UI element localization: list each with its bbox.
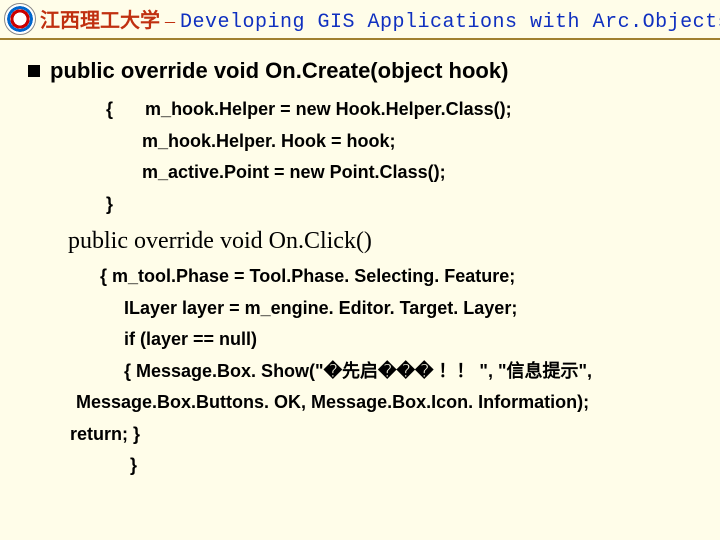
code-line: { m_tool.Phase = Tool.Phase. Selecting. … bbox=[100, 261, 700, 293]
code-line: Message.Box.Buttons. OK, Message.Box.Ico… bbox=[76, 387, 700, 419]
code-line: m_active.Point = new Point.Class(); bbox=[142, 162, 446, 182]
code-line: } bbox=[130, 450, 700, 482]
code-line: { Message.Box. Show("�先启��� ！！ ", "信息提示"… bbox=[124, 356, 700, 388]
code-line: { bbox=[106, 99, 113, 119]
method1-code: { m_hook.Helper = new Hook.Helper.Class(… bbox=[106, 94, 700, 220]
header-dash: – bbox=[160, 10, 180, 32]
square-bullet-icon bbox=[28, 65, 40, 77]
bullet-row: public override void On.Create(object ho… bbox=[28, 58, 700, 84]
header-cn: 江西理工大学 bbox=[40, 10, 160, 32]
header-en: Developing GIS Applications with Arc.Obj… bbox=[180, 11, 720, 34]
university-logo-icon bbox=[4, 3, 36, 35]
code-line: return; } bbox=[70, 419, 700, 451]
method1-signature: public override void On.Create(object ho… bbox=[50, 58, 508, 84]
method2-signature: public override void On.Click() bbox=[68, 228, 700, 255]
slide-body: public override void On.Create(object ho… bbox=[0, 40, 720, 482]
header-title: 江西理工大学 – Developing GIS Applications wit… bbox=[40, 4, 720, 34]
code-line: m_hook.Helper. Hook = hook; bbox=[142, 131, 396, 151]
code-line: } bbox=[106, 194, 113, 214]
code-line: if (layer == null) bbox=[124, 324, 700, 356]
method2-code: { m_tool.Phase = Tool.Phase. Selecting. … bbox=[100, 261, 700, 482]
slide-header: 江西理工大学 – Developing GIS Applications wit… bbox=[0, 0, 720, 40]
code-line: m_hook.Helper = new Hook.Helper.Class(); bbox=[145, 99, 512, 119]
code-line: ILayer layer = m_engine. Editor. Target.… bbox=[124, 293, 700, 325]
